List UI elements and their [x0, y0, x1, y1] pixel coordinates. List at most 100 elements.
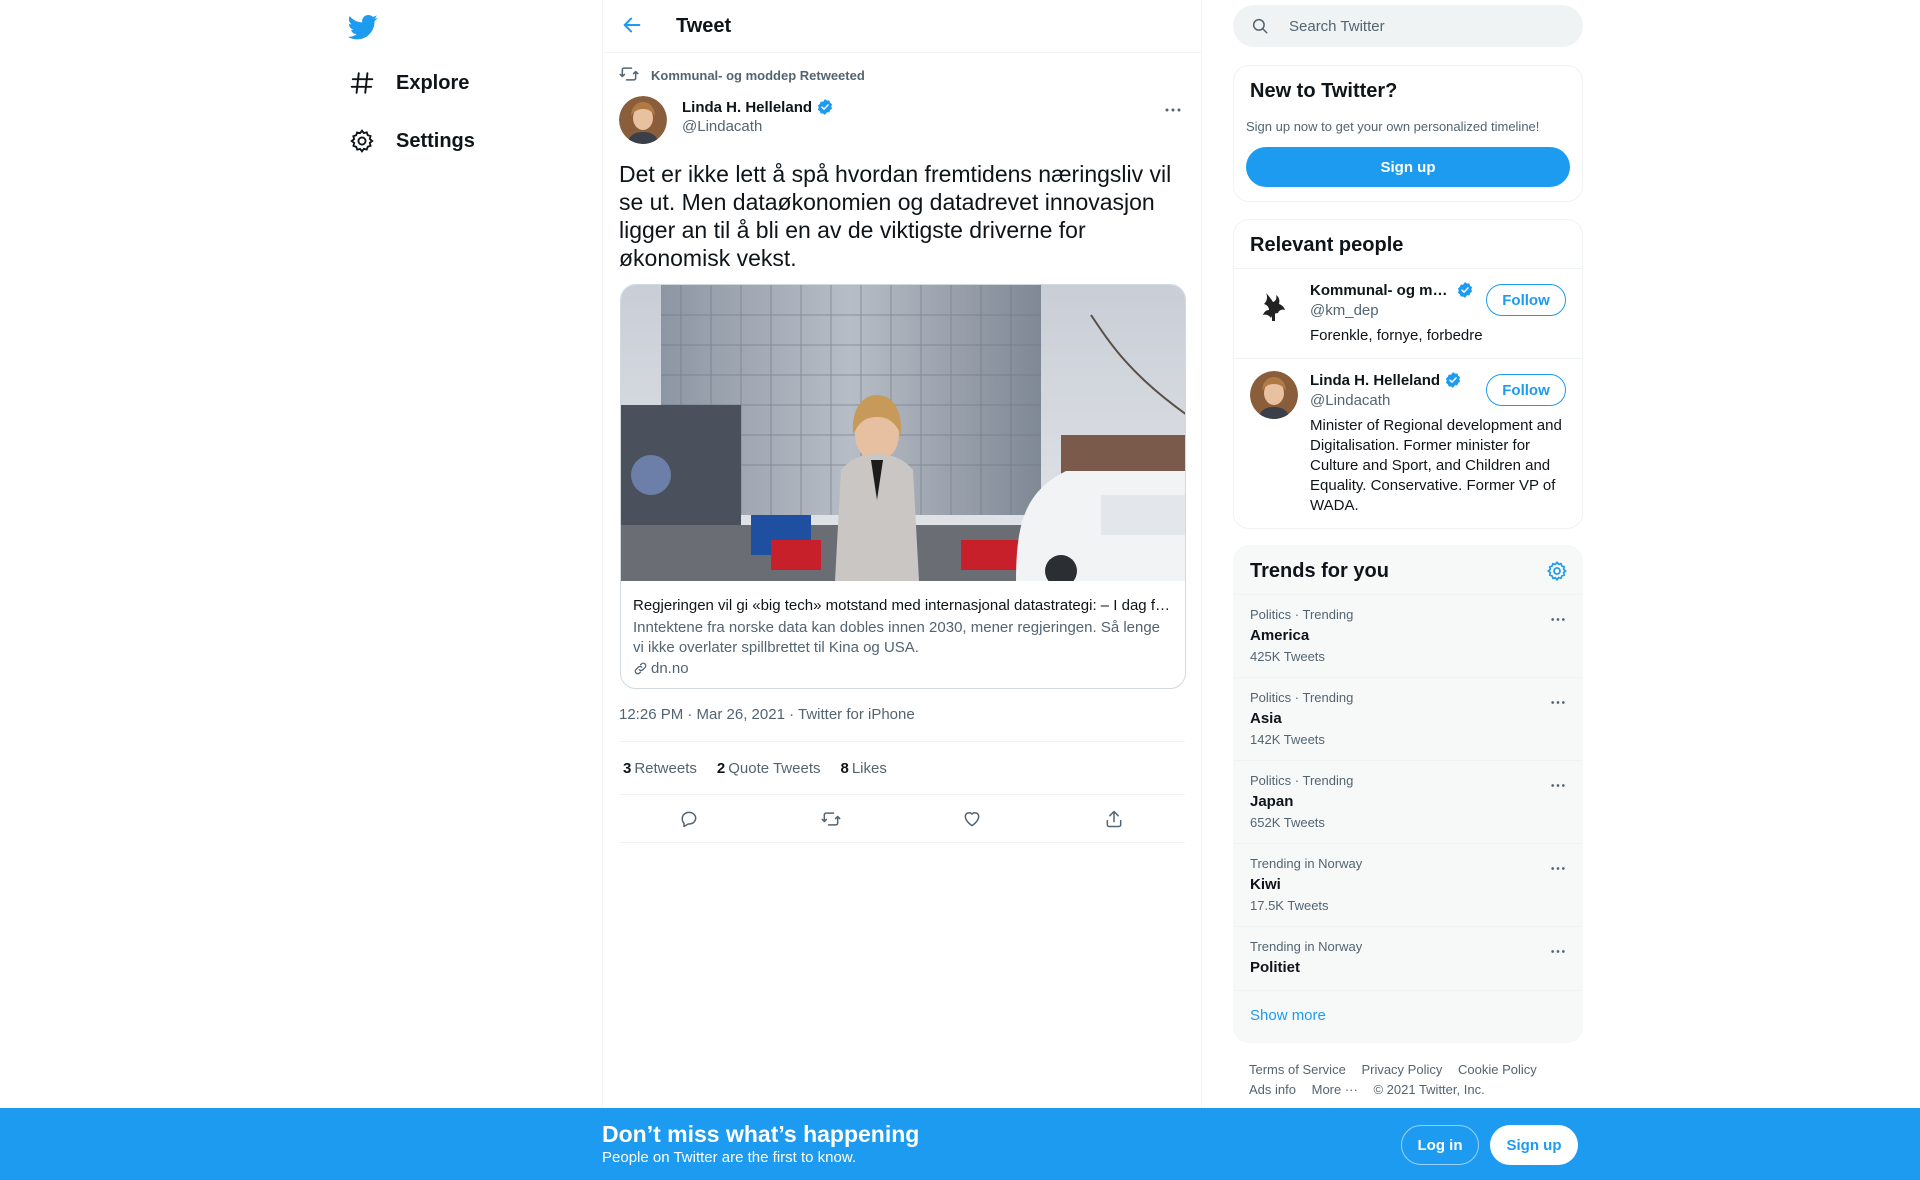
stat-label: Likes: [851, 759, 887, 777]
verified-badge-icon: [1456, 281, 1474, 299]
author-name-text: Linda H. Helleland: [682, 98, 813, 116]
copyright: © 2021 Twitter, Inc.: [1373, 1082, 1485, 1097]
footer-link-more[interactable]: More ···: [1312, 1082, 1370, 1097]
tweet-timestamp[interactable]: 12:26 PM · Mar 26, 2021 · Twitter for iP…: [619, 706, 915, 723]
stat-count: 3: [623, 759, 632, 777]
retweet-context: Kommunal- og moddep Retweeted: [619, 64, 865, 86]
trend-count: 17.5K Tweets: [1250, 898, 1329, 913]
nav-item-explore[interactable]: Explore: [348, 63, 469, 103]
person-bio: Minister of Regional development and Dig…: [1310, 417, 1562, 514]
more-options-icon[interactable]: [1548, 777, 1568, 793]
follow-button[interactable]: Follow: [1486, 374, 1566, 406]
divider: [1234, 990, 1582, 991]
trend-name: Kiwi: [1250, 876, 1281, 893]
nav-item-label: Explore: [396, 71, 470, 94]
trend-item[interactable]: Trending in Norway Politiet: [1234, 926, 1582, 990]
nav-item-settings[interactable]: Settings: [348, 121, 475, 161]
trend-name: Japan: [1250, 793, 1294, 810]
person-name: Kommunal- og m…: [1310, 281, 1474, 299]
signup-subtitle: Sign up now to get your own personalized…: [1246, 119, 1540, 134]
panel-title: Relevant people: [1250, 234, 1404, 256]
new-to-twitter-panel: New to Twitter? Sign up now to get your …: [1233, 65, 1583, 202]
person-bio: Forenkle, fornye, forbedre: [1310, 327, 1483, 344]
trend-context: Trending in Norway: [1250, 856, 1363, 871]
trend-count: 425K Tweets: [1250, 649, 1325, 664]
author-name[interactable]: Linda H. Helleland: [682, 98, 834, 116]
person-card[interactable]: Linda H. Helleland @Lindacath Minister o…: [1234, 358, 1582, 528]
follow-button[interactable]: Follow: [1486, 284, 1566, 316]
prompt-subtitle: People on Twitter are the first to know.: [602, 1149, 857, 1166]
search-input[interactable]: [1289, 5, 1569, 47]
trend-name: Asia: [1250, 710, 1282, 727]
stat-label: Quote Tweets: [728, 759, 821, 777]
footer-link-cookie[interactable]: Cookie Policy: [1458, 1062, 1549, 1077]
footer-link-label: More ···: [1311, 1082, 1358, 1097]
author-handle[interactable]: @Lindacath: [682, 118, 762, 135]
tweet-text: Det er ikke lett å spå hvordan fremtiden…: [619, 161, 1172, 271]
tweet-author: Linda H. Helleland @Lindacath: [619, 96, 1185, 146]
more-options-icon[interactable]: [1548, 611, 1568, 627]
page-title: Tweet: [676, 15, 732, 37]
link-card[interactable]: Regjeringen vil gi «big tech» motstand m…: [620, 284, 1186, 689]
retweeted-by-link[interactable]: Kommunal- og moddep Retweeted: [651, 68, 865, 83]
person-handle: @km_dep: [1310, 302, 1379, 319]
relevant-people-panel: Relevant people Kommunal- og m… @km_dep …: [1233, 219, 1583, 529]
log-in-button[interactable]: Log in: [1401, 1125, 1479, 1165]
trend-count: 652K Tweets: [1250, 815, 1325, 830]
more-options-icon[interactable]: [1548, 860, 1568, 876]
back-arrow-icon[interactable]: [621, 14, 647, 40]
trend-name: America: [1250, 627, 1310, 644]
quote-tweets-stat[interactable]: 2 Quote Tweets: [717, 760, 821, 777]
verified-badge-icon: [816, 98, 834, 116]
person-name-text: Linda H. Helleland: [1310, 371, 1441, 389]
stat-count: 2: [716, 759, 726, 777]
search-box: [1233, 5, 1583, 47]
sign-up-button[interactable]: Sign up: [1246, 147, 1570, 187]
reply-icon[interactable]: [677, 807, 701, 831]
person-name: Linda H. Helleland: [1310, 371, 1462, 389]
card-title: Regjeringen vil gi «big tech» motstand m…: [633, 597, 1170, 614]
trend-context: Trending in Norway: [1250, 939, 1363, 954]
person-card[interactable]: Kommunal- og m… @km_dep Forenkle, fornye…: [1234, 268, 1582, 358]
more-options-icon[interactable]: [1548, 694, 1568, 710]
twitter-bird-icon[interactable]: [347, 12, 378, 42]
author-avatar[interactable]: [619, 96, 667, 144]
verified-badge-icon: [1444, 371, 1462, 389]
trend-item[interactable]: Trending in Norway Kiwi 17.5K Tweets: [1234, 843, 1582, 926]
footer-link-privacy[interactable]: Privacy Policy: [1361, 1062, 1454, 1077]
trends-panel: Trends for you Politics · Trending Ameri…: [1233, 545, 1583, 1043]
stat-count: 8: [840, 759, 849, 777]
trend-item[interactable]: Politics · Trending Japan 652K Tweets: [1234, 760, 1582, 843]
card-body: Regjeringen vil gi «big tech» motstand m…: [633, 596, 1175, 677]
gear-icon: [348, 127, 376, 155]
hashtag-icon: [348, 69, 376, 97]
search-icon: [1251, 17, 1269, 35]
retweet-icon[interactable]: [819, 807, 843, 831]
column-header: Tweet: [603, 0, 1201, 53]
trend-context: Politics · Trending: [1250, 773, 1354, 788]
footer-link-label: Cookie Policy: [1457, 1062, 1537, 1077]
person-name-text: Kommunal- og m…: [1310, 281, 1448, 299]
likes-stat[interactable]: 8 Likes: [841, 760, 887, 777]
footer-link-ads-info[interactable]: Ads info: [1249, 1082, 1308, 1097]
retweet-icon: [619, 64, 641, 86]
trend-context: Politics · Trending: [1250, 690, 1354, 705]
trend-count: 142K Tweets: [1250, 732, 1325, 747]
card-image: [621, 285, 1185, 587]
like-icon[interactable]: [960, 807, 984, 831]
panel-title: New to Twitter?: [1250, 80, 1398, 102]
more-options-icon[interactable]: [1161, 100, 1185, 120]
card-domain: dn.no: [633, 660, 1175, 677]
link-icon: [633, 661, 649, 677]
retweets-stat[interactable]: 3 Retweets: [623, 760, 697, 777]
share-icon[interactable]: [1102, 807, 1126, 831]
sign-up-button[interactable]: Sign up: [1490, 1125, 1578, 1165]
footer-link-terms[interactable]: Terms of Service: [1249, 1062, 1358, 1077]
footer-link-label: Privacy Policy: [1361, 1062, 1443, 1077]
person-handle: @Lindacath: [1310, 392, 1391, 409]
gear-icon[interactable]: [1546, 560, 1568, 582]
show-more-link[interactable]: Show more: [1250, 1007, 1326, 1024]
more-options-icon[interactable]: [1548, 943, 1568, 959]
trend-item[interactable]: Politics · Trending America 425K Tweets: [1234, 594, 1582, 677]
trend-item[interactable]: Politics · Trending Asia 142K Tweets: [1234, 677, 1582, 760]
